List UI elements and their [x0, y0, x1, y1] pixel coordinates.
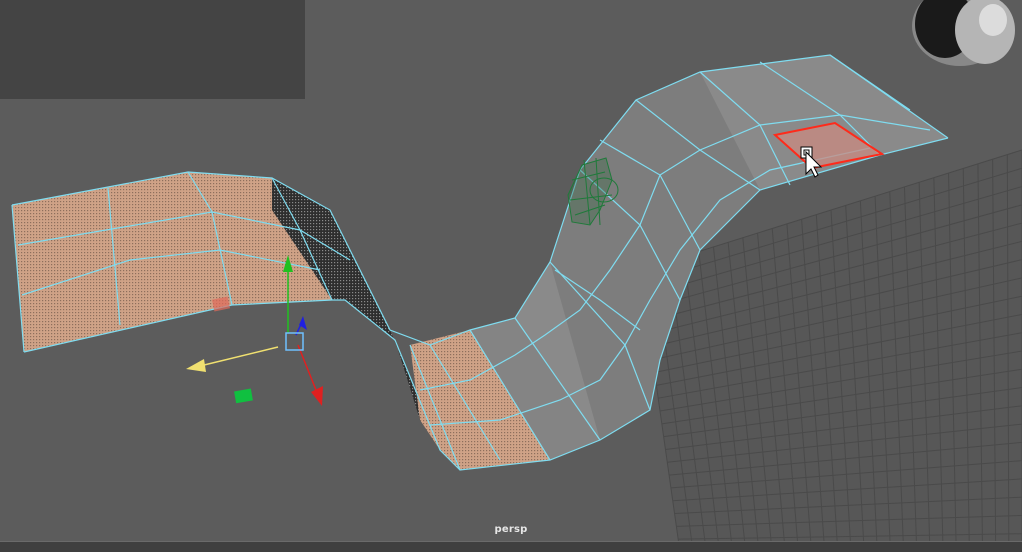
manip-pivot[interactable]: [285, 332, 304, 351]
manip-plane-handle[interactable]: [234, 388, 253, 404]
manip-x-axis[interactable]: [297, 344, 319, 396]
corner-sphere-object: [912, 0, 1015, 66]
scene-canvas[interactable]: [0, 0, 1022, 552]
timeline-bar[interactable]: [0, 541, 1022, 552]
viewport-persp[interactable]: persp: [0, 0, 1022, 552]
move-direction-arrow-icon: [186, 359, 206, 372]
camera-label: persp: [494, 524, 528, 535]
mesh-left-selected-faces[interactable]: [12, 172, 550, 470]
manip-x-arrow-icon[interactable]: [311, 386, 323, 406]
manip-z-arrow-icon[interactable]: [299, 316, 307, 330]
move-direction-line: [199, 346, 279, 367]
